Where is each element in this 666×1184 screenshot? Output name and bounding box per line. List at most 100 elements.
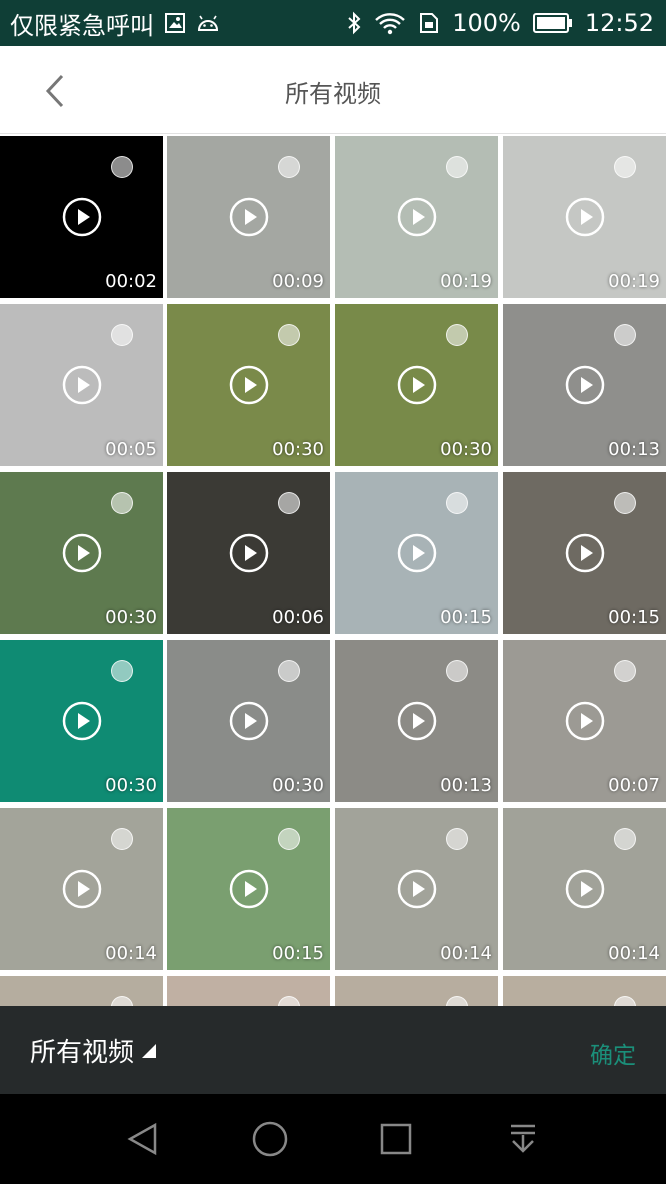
video-thumbnail[interactable]: 00:30	[167, 640, 330, 802]
select-checkbox[interactable]	[446, 828, 468, 850]
dropdown-triangle-icon	[142, 1043, 157, 1058]
video-thumbnail[interactable]: 00:30	[335, 304, 498, 466]
video-thumbnail[interactable]: 00:15	[503, 472, 666, 634]
select-checkbox[interactable]	[614, 828, 636, 850]
video-duration: 00:05	[105, 439, 157, 460]
play-icon	[397, 533, 436, 573]
select-checkbox[interactable]	[446, 156, 468, 178]
video-duration: 00:30	[105, 607, 157, 628]
nav-bar	[0, 1094, 666, 1184]
play-icon	[397, 365, 436, 405]
play-icon	[565, 533, 604, 573]
play-icon	[229, 197, 268, 237]
battery-icon	[532, 12, 573, 34]
select-checkbox[interactable]	[614, 492, 636, 514]
play-icon	[565, 365, 604, 405]
select-checkbox[interactable]	[278, 996, 300, 1006]
select-checkbox[interactable]	[111, 660, 133, 682]
select-checkbox[interactable]	[278, 156, 300, 178]
video-duration: 00:13	[608, 439, 660, 460]
page-title: 所有视频	[285, 80, 381, 108]
video-thumbnail[interactable]: 00:13	[503, 304, 666, 466]
video-thumbnail[interactable]: 00:30	[0, 472, 163, 634]
play-icon	[565, 869, 604, 909]
select-checkbox[interactable]	[446, 660, 468, 682]
video-duration: 00:30	[105, 775, 157, 796]
play-icon	[397, 197, 436, 237]
album-selector[interactable]: 所有视频	[30, 1032, 158, 1069]
play-icon	[62, 533, 101, 573]
play-icon	[565, 701, 604, 741]
carrier-text: 仅限紧急呼叫	[10, 11, 154, 40]
video-thumbnail[interactable]: 00:15	[167, 808, 330, 970]
play-icon	[229, 701, 268, 741]
select-checkbox[interactable]	[111, 156, 133, 178]
video-thumbnail[interactable]: 00:30	[0, 640, 163, 802]
video-duration: 00:14	[608, 943, 660, 964]
video-grid[interactable]: 00:02 00:09 00:19 00:19 00:05 00:30 00:30 00:13…	[0, 136, 666, 1006]
select-checkbox[interactable]	[111, 828, 133, 850]
video-thumbnail[interactable]	[0, 976, 163, 1006]
play-icon	[62, 365, 101, 405]
nav-notification-button[interactable]	[495, 1111, 551, 1167]
play-icon	[229, 365, 268, 405]
title-bar: 所有视频	[0, 46, 666, 134]
video-duration: 00:30	[272, 775, 324, 796]
nav-back-button[interactable]	[115, 1111, 171, 1167]
status-bar: 仅限紧急呼叫 100% 12:52	[0, 0, 666, 46]
video-thumbnail[interactable]: 00:05	[0, 304, 163, 466]
select-checkbox[interactable]	[446, 324, 468, 346]
play-icon	[565, 197, 604, 237]
android-icon	[196, 14, 220, 32]
video-thumbnail[interactable]: 00:30	[167, 304, 330, 466]
video-duration: 00:07	[608, 775, 660, 796]
play-icon	[229, 869, 268, 909]
video-thumbnail[interactable]: 00:13	[335, 640, 498, 802]
video-thumbnail[interactable]: 00:07	[503, 640, 666, 802]
select-checkbox[interactable]	[614, 324, 636, 346]
select-checkbox[interactable]	[111, 492, 133, 514]
video-duration: 00:13	[440, 775, 492, 796]
video-thumbnail[interactable]: 00:15	[335, 472, 498, 634]
select-checkbox[interactable]	[278, 828, 300, 850]
video-thumbnail[interactable]: 00:19	[335, 136, 498, 298]
select-checkbox[interactable]	[446, 492, 468, 514]
video-thumbnail[interactable]: 00:14	[0, 808, 163, 970]
nav-home-button[interactable]	[242, 1111, 298, 1167]
confirm-button[interactable]: 确定	[590, 1036, 636, 1070]
video-thumbnail[interactable]: 00:14	[503, 808, 666, 970]
select-checkbox[interactable]	[278, 324, 300, 346]
select-checkbox[interactable]	[446, 996, 468, 1006]
square-recents-icon	[381, 1123, 412, 1155]
video-duration: 00:15	[272, 943, 324, 964]
status-left: 仅限紧急呼叫	[10, 6, 220, 41]
video-duration: 00:19	[440, 271, 492, 292]
video-duration: 00:09	[272, 271, 324, 292]
select-checkbox[interactable]	[278, 492, 300, 514]
video-thumbnail[interactable]: 00:09	[167, 136, 330, 298]
status-right: 100% 12:52	[346, 9, 654, 37]
play-icon	[62, 701, 101, 741]
select-checkbox[interactable]	[111, 996, 133, 1006]
triangle-back-icon	[127, 1122, 157, 1156]
video-duration: 00:19	[608, 271, 660, 292]
video-thumbnail[interactable]: 00:02	[0, 136, 163, 298]
video-thumbnail[interactable]	[335, 976, 498, 1006]
select-checkbox[interactable]	[614, 156, 636, 178]
select-checkbox[interactable]	[614, 660, 636, 682]
video-thumbnail[interactable]: 00:06	[167, 472, 330, 634]
select-checkbox[interactable]	[278, 660, 300, 682]
video-duration: 00:15	[440, 607, 492, 628]
video-thumbnail[interactable]	[167, 976, 330, 1006]
pull-down-icon	[510, 1124, 535, 1153]
nav-recents-button[interactable]	[368, 1111, 424, 1167]
select-checkbox[interactable]	[111, 324, 133, 346]
video-duration: 00:30	[272, 439, 324, 460]
video-thumbnail[interactable]: 00:19	[503, 136, 666, 298]
select-checkbox[interactable]	[614, 996, 636, 1006]
album-label: 所有视频	[30, 1038, 135, 1068]
video-duration: 00:06	[272, 607, 324, 628]
play-icon	[62, 197, 101, 237]
video-thumbnail[interactable]: 00:14	[335, 808, 498, 970]
video-thumbnail[interactable]	[503, 976, 666, 1006]
